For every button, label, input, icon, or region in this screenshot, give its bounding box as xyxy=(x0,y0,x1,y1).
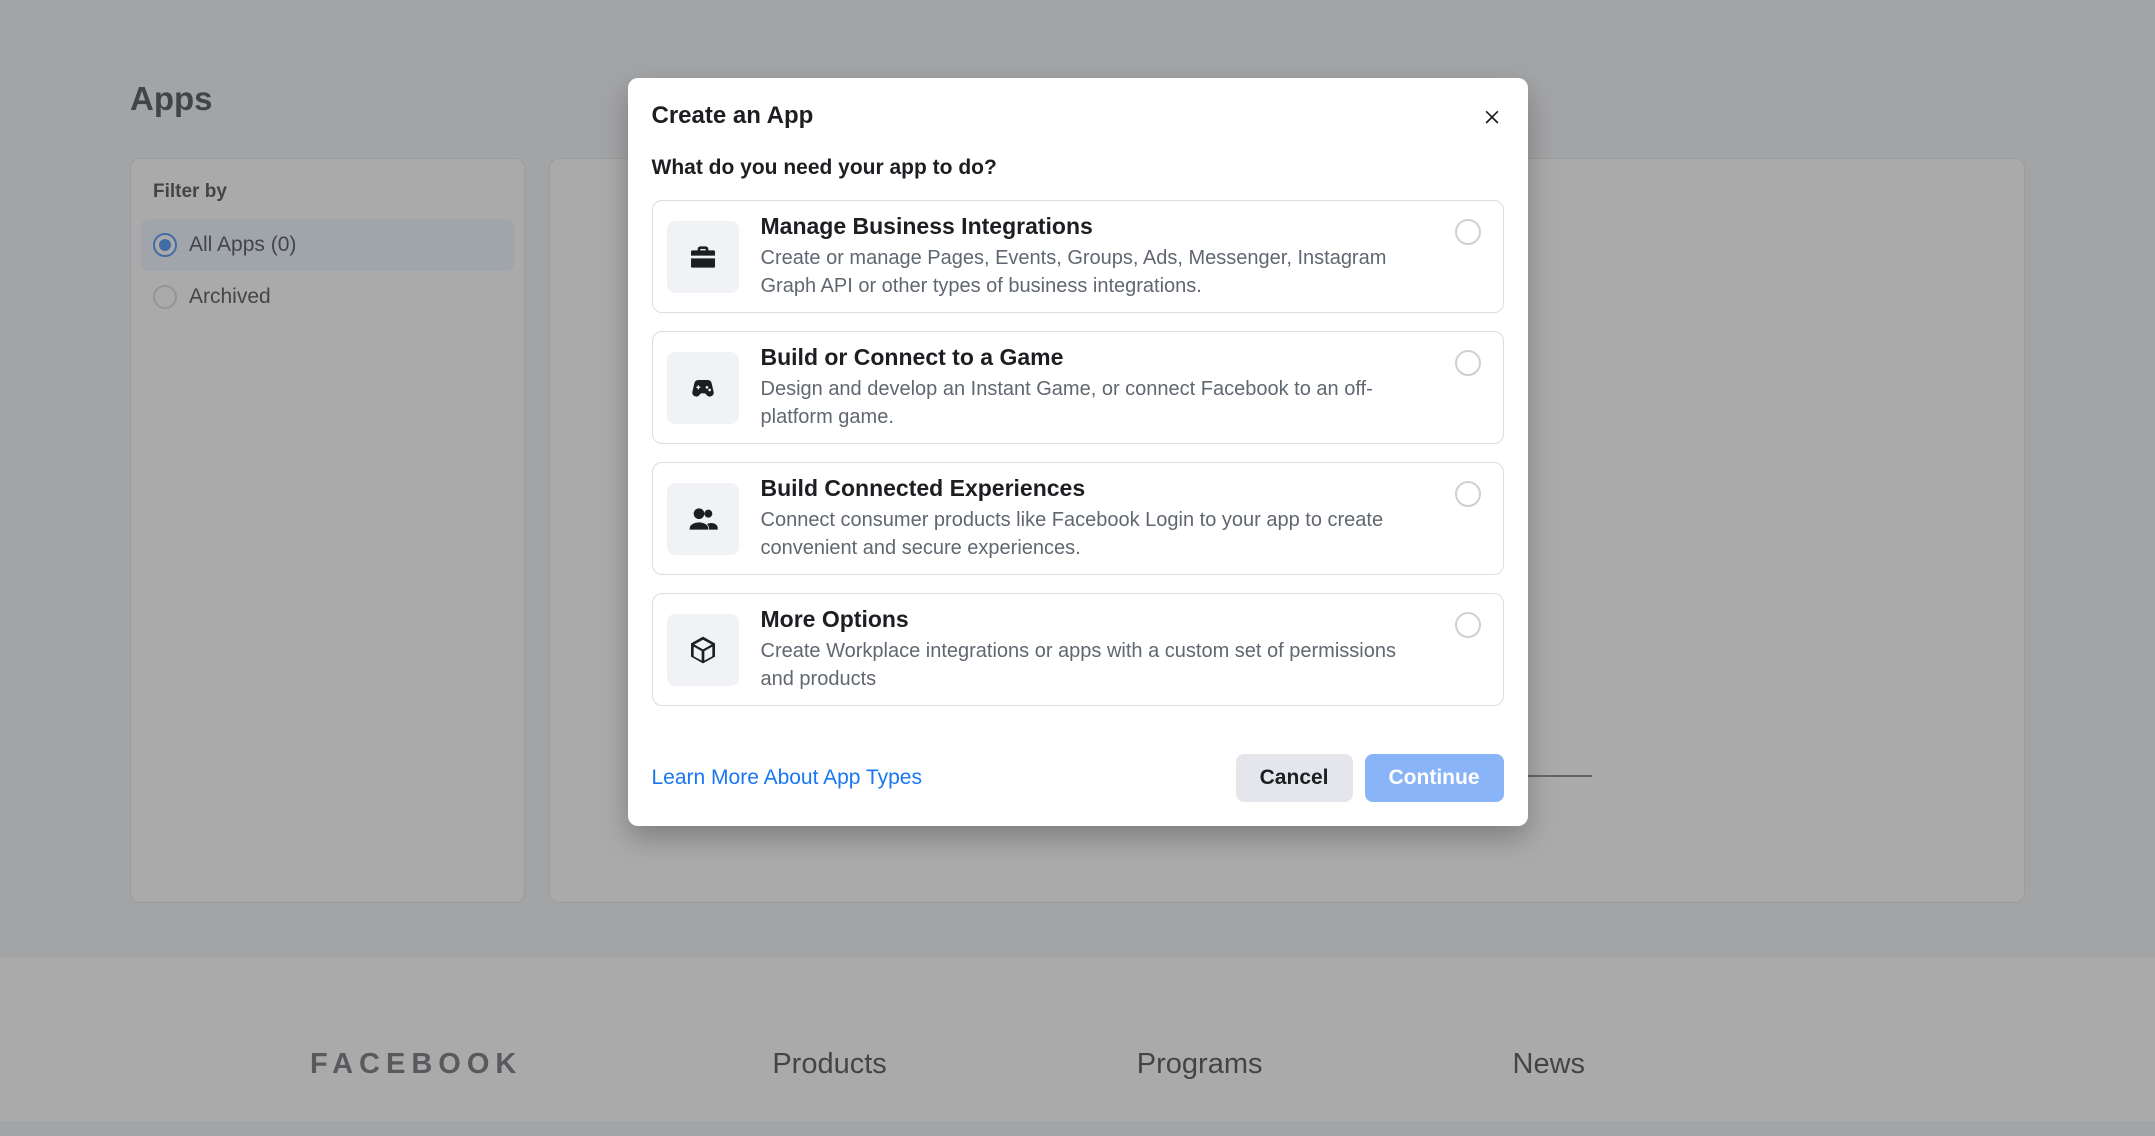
option-desc: Create or manage Pages, Events, Groups, … xyxy=(761,244,1425,300)
modal-subtitle: What do you need your app to do? xyxy=(652,156,1504,180)
option-title: Build or Connect to a Game xyxy=(761,344,1425,371)
option-title: More Options xyxy=(761,606,1425,633)
close-icon xyxy=(1482,106,1502,126)
modal-close-button[interactable] xyxy=(1474,98,1510,134)
cube-icon xyxy=(667,614,739,686)
radio-icon[interactable] xyxy=(1455,612,1481,638)
people-icon xyxy=(667,483,739,555)
option-desc: Create Workplace integrations or apps wi… xyxy=(761,637,1425,693)
radio-icon[interactable] xyxy=(1455,219,1481,245)
modal-title: Create an App xyxy=(652,102,1504,130)
cancel-button[interactable]: Cancel xyxy=(1236,754,1353,802)
continue-button[interactable]: Continue xyxy=(1365,754,1504,802)
learn-more-link[interactable]: Learn More About App Types xyxy=(652,766,922,790)
modal-overlay[interactable]: Create an App What do you need your app … xyxy=(0,0,2155,1136)
option-build-game[interactable]: Build or Connect to a Game Design and de… xyxy=(652,331,1504,444)
option-more-options[interactable]: More Options Create Workplace integratio… xyxy=(652,593,1504,706)
option-title: Manage Business Integrations xyxy=(761,213,1425,240)
briefcase-icon xyxy=(667,221,739,293)
game-icon xyxy=(667,352,739,424)
radio-icon[interactable] xyxy=(1455,350,1481,376)
option-desc: Design and develop an Instant Game, or c… xyxy=(761,375,1425,431)
option-title: Build Connected Experiences xyxy=(761,475,1425,502)
create-app-modal: Create an App What do you need your app … xyxy=(628,78,1528,826)
option-manage-business[interactable]: Manage Business Integrations Create or m… xyxy=(652,200,1504,313)
option-connected-experiences[interactable]: Build Connected Experiences Connect cons… xyxy=(652,462,1504,575)
radio-icon[interactable] xyxy=(1455,481,1481,507)
option-desc: Connect consumer products like Facebook … xyxy=(761,506,1425,562)
